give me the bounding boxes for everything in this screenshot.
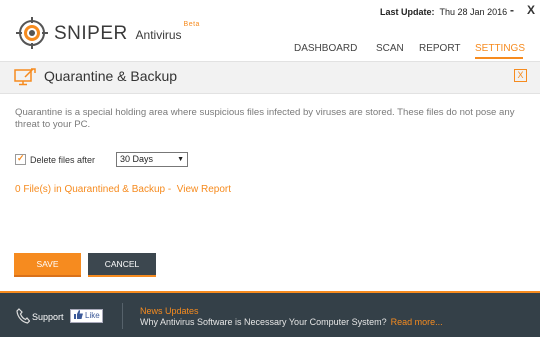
app-subtitle: Antivirus (135, 28, 182, 42)
save-button-underline (14, 275, 81, 277)
quarantine-report-line: 0 File(s) in Quarantined & Backup - View… (15, 184, 231, 195)
cancel-button-underline (88, 275, 156, 277)
minimize-button[interactable]: - (505, 2, 519, 18)
monitor-wrench-icon (14, 68, 36, 86)
save-button[interactable]: SAVE (14, 253, 81, 275)
delete-files-label: Delete files after (30, 155, 96, 165)
quarantine-count-text: 0 File(s) in Quarantined & Backup - (15, 184, 172, 195)
view-report-link[interactable]: View Report (177, 184, 231, 195)
last-update-value: Thu 28 Jan 2016 (439, 7, 508, 17)
quarantine-description: Quarantine is a special holding area whe… (15, 107, 515, 130)
app-name: SNIPER (54, 23, 128, 44)
nav-report[interactable]: REPORT (419, 43, 461, 54)
nav-scan[interactable]: SCAN (376, 43, 404, 54)
panel-close-button[interactable]: X (514, 69, 527, 82)
facebook-like-button[interactable]: Like (70, 309, 103, 323)
support-link[interactable]: Support (32, 312, 64, 322)
phone-icon (16, 308, 30, 324)
checkmark-icon: ✓ (17, 153, 25, 163)
news-headline: Why Antivirus Software is Necessary Your… (140, 317, 443, 327)
last-update-info: Last Update: Thu 28 Jan 2016 (380, 7, 507, 17)
last-update-label: Last Update: (380, 7, 435, 17)
footer-divider (122, 303, 123, 329)
close-window-button[interactable]: X (524, 2, 538, 18)
dropdown-arrow-icon: ▼ (177, 156, 184, 163)
page-title: Quarantine & Backup (44, 68, 178, 84)
like-label: Like (85, 311, 100, 320)
crosshair-logo-icon (16, 17, 48, 49)
beta-badge: Beta (183, 21, 200, 28)
delete-after-days-select[interactable]: 30 Days ▼ (116, 152, 188, 167)
active-tab-indicator (475, 57, 523, 59)
app-logo-text: SNIPER AntivirusBeta (54, 21, 200, 45)
news-headline-text[interactable]: Why Antivirus Software is Necessary Your… (140, 317, 387, 327)
nav-dashboard[interactable]: DASHBOARD (294, 43, 357, 54)
cancel-button[interactable]: CANCEL (88, 253, 156, 275)
read-more-link[interactable]: Read more... (391, 317, 443, 327)
delete-files-checkbox[interactable]: ✓ (15, 153, 26, 165)
news-updates-title: News Updates (140, 306, 199, 316)
thumbs-up-icon (74, 310, 83, 319)
days-select-value: 30 Days (120, 154, 154, 164)
nav-settings[interactable]: SETTINGS (475, 43, 525, 54)
